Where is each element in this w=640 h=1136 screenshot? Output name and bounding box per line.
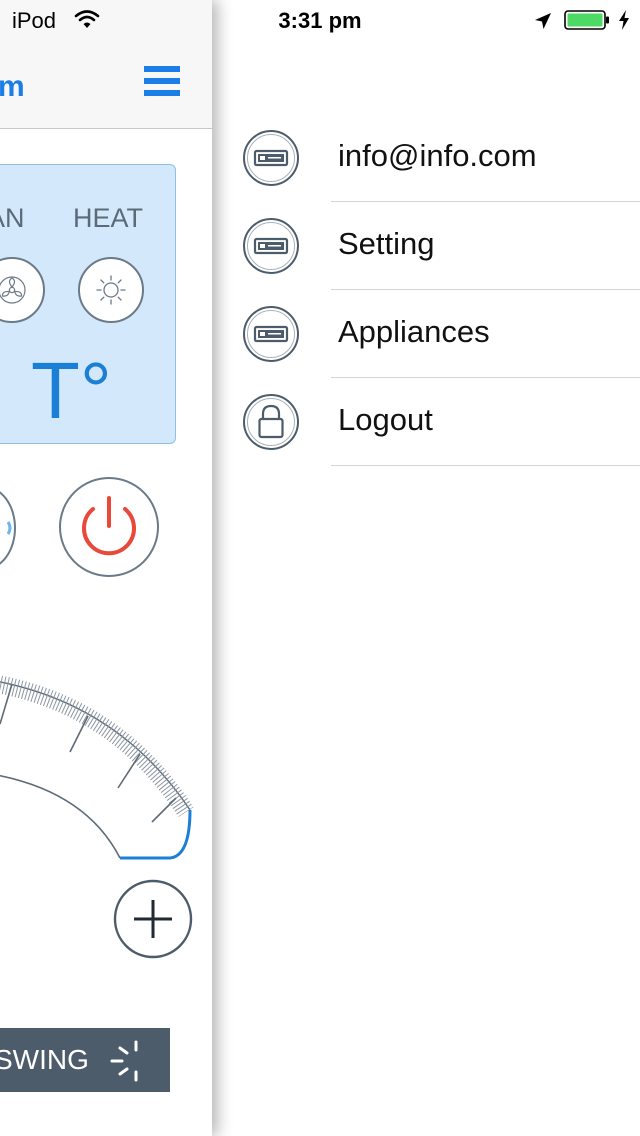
- carrier-label: iPod: [12, 8, 57, 33]
- wifi-icon: [74, 8, 100, 30]
- sun-icon: [96, 275, 126, 305]
- menu-item-logout[interactable]: Logout: [212, 378, 640, 466]
- menu-item-label: info@info.com: [338, 138, 537, 173]
- nav-title: m: [0, 70, 25, 103]
- battery-icon: [564, 10, 610, 30]
- side-menu: info@info.com Setting Appliances Logout: [212, 0, 640, 1136]
- swing-button[interactable]: SWING: [0, 1028, 170, 1092]
- main-screen: m AN HEAT: [0, 0, 212, 1136]
- mode-label-heat: HEAT: [73, 203, 144, 233]
- fan-mode-button[interactable]: [0, 257, 45, 323]
- charging-bolt-icon: [618, 9, 630, 31]
- menu-item-setting[interactable]: Setting: [212, 202, 640, 290]
- mode-panel: AN HEAT: [0, 164, 176, 444]
- lock-icon: [242, 393, 300, 451]
- menu-item-label: Appliances: [338, 314, 490, 349]
- power-button[interactable]: [58, 476, 160, 578]
- heat-mode-button[interactable]: [78, 257, 144, 323]
- mode-button-partial[interactable]: [0, 486, 16, 570]
- menu-list: info@info.com Setting Appliances Logout: [212, 114, 640, 466]
- remote-icon: [242, 129, 300, 187]
- plus-icon: [113, 879, 193, 959]
- power-icon: [59, 477, 159, 577]
- mode-label-fan: AN: [0, 203, 25, 233]
- fan-icon: [0, 276, 26, 304]
- app-screen: iPod 3:31 pm info@info.com Setting Appli…: [0, 0, 640, 1136]
- menu-item-label: Setting: [338, 226, 435, 261]
- swing-icon: [110, 1040, 138, 1082]
- hamburger-menu-icon[interactable]: [142, 64, 182, 98]
- remote-icon: [242, 305, 300, 363]
- status-bar: iPod 3:31 pm: [0, 0, 640, 40]
- increase-temperature-button[interactable]: [112, 878, 194, 960]
- menu-item-appliances[interactable]: Appliances: [212, 290, 640, 378]
- location-arrow-icon: [534, 10, 552, 29]
- menu-item-label: Logout: [338, 402, 433, 437]
- temperature-display: T°: [31, 346, 112, 435]
- remote-icon: [242, 217, 300, 275]
- swing-label: SWING: [0, 1044, 89, 1075]
- temperature-dial[interactable]: [0, 660, 212, 880]
- menu-item-account[interactable]: info@info.com: [212, 114, 640, 202]
- divider: [331, 465, 640, 466]
